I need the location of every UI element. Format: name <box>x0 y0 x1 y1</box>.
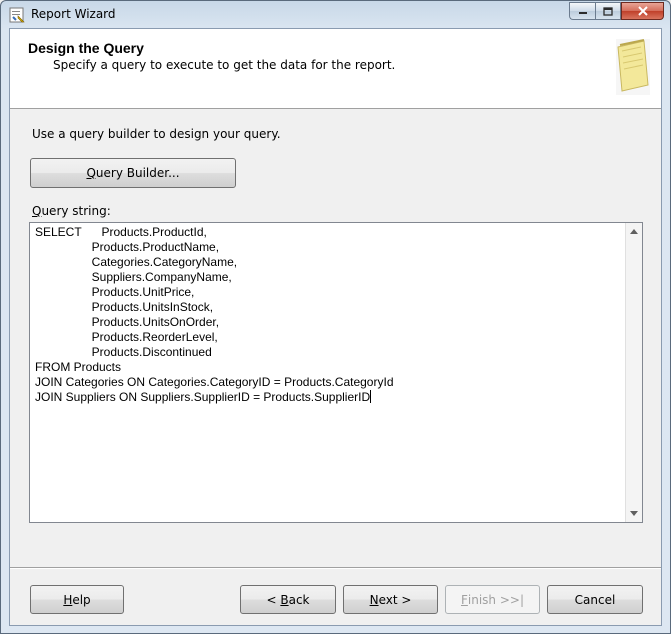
wizard-page: Design the Query Specify a query to exec… <box>9 28 662 626</box>
cancel-button[interactable]: Cancel <box>547 585 643 614</box>
page-header: Design the Query Specify a query to exec… <box>10 29 661 109</box>
query-line: Products.Discontinued <box>35 345 212 359</box>
report-wizard-icon <box>9 7 25 23</box>
query-line: Categories.CategoryName, <box>35 255 238 269</box>
query-line: Suppliers.CompanyName, <box>35 270 232 284</box>
query-line: Products.UnitsOnOrder, <box>35 315 220 329</box>
intro-text: Use a query builder to design your query… <box>32 127 281 141</box>
next-mnemonic: N <box>369 592 379 607</box>
title-bar[interactable]: Report Wizard <box>1 1 670 28</box>
maximize-icon <box>603 6 613 16</box>
next-button[interactable]: Next > <box>343 585 438 614</box>
query-line: JOIN Suppliers ON Suppliers.SupplierID =… <box>35 390 371 404</box>
close-button[interactable] <box>621 2 664 20</box>
query-line: FROM Products <box>35 360 122 374</box>
window-title: Report Wizard <box>31 7 116 21</box>
query-line: Products.ReorderLevel, <box>35 330 218 344</box>
report-wizard-window: Report Wizard Design the Query Specify a… <box>0 0 671 634</box>
minimize-icon <box>578 12 587 14</box>
query-text[interactable]: SELECT Products.ProductId, Products.Prod… <box>35 225 394 405</box>
help-mnemonic: H <box>63 592 73 607</box>
scroll-up-icon[interactable] <box>630 229 638 234</box>
text-caret <box>370 390 372 403</box>
back-button[interactable]: < Back <box>240 585 336 614</box>
footer-divider <box>10 567 661 569</box>
back-prefix: < <box>266 592 281 607</box>
finish-label: inish >>| <box>467 592 524 607</box>
finish-button[interactable]: Finish >>| <box>445 585 540 614</box>
page-title: Design the Query <box>28 40 144 56</box>
next-label: ext > <box>378 592 412 607</box>
help-label: elp <box>72 592 91 607</box>
back-label: ack <box>288 592 310 607</box>
query-line: JOIN Categories ON Categories.CategoryID… <box>35 375 394 389</box>
query-builder-label: uery Builder... <box>95 166 180 180</box>
query-string-label: Query string: <box>32 204 111 218</box>
maximize-button[interactable] <box>595 2 621 20</box>
query-line: Products.UnitPrice, <box>35 285 195 299</box>
page-subtitle: Specify a query to execute to get the da… <box>53 58 396 72</box>
query-line: Products.ProductName, <box>35 240 220 254</box>
minimize-button[interactable] <box>569 2 595 20</box>
query-builder-button[interactable]: Query Builder... <box>30 158 236 188</box>
query-string-label-text: uery string: <box>41 204 111 218</box>
back-mnemonic: B <box>280 592 289 607</box>
close-icon <box>637 6 648 16</box>
vertical-scrollbar[interactable] <box>625 223 642 522</box>
query-string-textbox[interactable]: SELECT Products.ProductId, Products.Prod… <box>29 222 643 523</box>
help-button[interactable]: Help <box>30 585 124 614</box>
query-line: SELECT Products.ProductId, <box>35 225 207 239</box>
finish-mnemonic: F <box>460 592 468 607</box>
query-line: Products.UnitsInStock, <box>35 300 214 314</box>
notepad-graphic-icon <box>614 39 650 95</box>
query-builder-mnemonic: Q <box>86 166 96 180</box>
scroll-down-icon[interactable] <box>630 511 638 516</box>
